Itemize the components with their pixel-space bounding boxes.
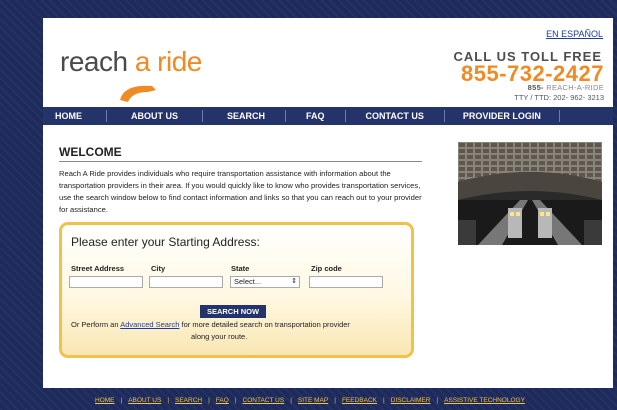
footer-faq[interactable]: FAQ [216,397,229,404]
logo-word-reach: reach [60,46,135,77]
welcome-heading: WELCOME [59,145,122,159]
nav-provider-login[interactable]: PROVIDER LOGIN [463,107,541,125]
nav-home[interactable]: HOME [55,107,82,125]
advanced-search-link[interactable]: Advanced Search [120,320,179,329]
state-label: State [231,264,250,273]
street-address-label: Street Address [71,264,125,273]
welcome-paragraph: Reach A Ride provides individuals who re… [59,169,422,214]
advanced-search-text: Or Perform an Advanced Search for more d… [71,320,411,329]
nav-search[interactable]: SEARCH [227,107,265,125]
spanish-language-link[interactable]: EN ESPAÑOL [546,29,603,39]
footer-separator: | [382,397,385,404]
logo-text: reach a ride [60,46,202,78]
footer-separator: | [234,397,237,404]
logo-swoosh-icon [120,85,156,102]
footer-search[interactable]: SEARCH [175,397,202,404]
nav-separator [106,110,107,122]
logo-word-ride: ride [149,46,202,77]
phone-alt: 855- REACH-A-RIDE [528,83,604,92]
footer-separator: | [290,397,292,404]
main-nav: HOME ABOUT US SEARCH FAQ CONTACT US PROV… [43,107,613,125]
footer-separator: | [167,397,170,404]
logo-word-a: a [134,46,151,77]
footer-separator: | [436,397,439,404]
nav-about-us[interactable]: ABOUT US [131,107,178,125]
footer-separator: | [208,397,210,404]
welcome-divider [59,161,422,162]
city-input[interactable] [149,276,223,288]
footer-assistive-technology[interactable]: ASSISTIVE TECHNOLOGY [444,397,525,404]
nav-faq[interactable]: FAQ [306,107,325,125]
nav-separator [285,110,287,122]
footer-contact-us[interactable]: CONTACT US [243,397,285,404]
metro-station-photo [458,142,602,245]
footer-links: HOME | ABOUT US | SEARCH | FAQ | CONTACT US |… [95,397,525,404]
footer-site-map[interactable]: SITE MAP [298,397,328,404]
city-label: City [151,264,166,273]
search-panel-title: Please enter your Starting Address: [71,235,260,249]
search-now-button[interactable]: SEARCH NOW [200,305,266,318]
tty-number: TTY / TTD: 202- 962- 3213 [514,93,604,102]
street-address-input[interactable] [69,276,143,288]
metro-photo-illustration [458,142,602,245]
advanced-search-suffix: for more detailed search on transportati… [179,320,350,329]
nav-separator [344,110,346,122]
nav-separator [443,110,445,122]
select-arrows-icon: ⇕ [291,278,297,285]
footer-separator: | [334,397,336,404]
nav-contact-us[interactable]: CONTACT US [366,107,424,125]
advanced-search-text-line2: along your route. [191,332,248,341]
site-logo[interactable]: reach a ride [60,46,220,106]
state-select-value: Select... [234,277,262,286]
footer-separator: | [120,397,123,404]
nav-separator [202,110,203,122]
advanced-search-prefix: Or Perform an [71,320,121,329]
nav-separator [558,110,560,122]
footer-about-us[interactable]: ABOUT US [128,397,161,404]
phone-alt-rest: REACH-A-RIDE [543,83,604,92]
footer-feedback[interactable]: FEEDBACK [342,397,377,404]
footer-home[interactable]: HOME [95,397,115,404]
zip-code-label: Zip code [311,264,342,273]
zip-code-input[interactable] [309,276,383,288]
phone-alt-prefix: 855- [527,83,544,92]
footer-disclaimer[interactable]: DISCLAIMER [391,397,431,404]
state-select[interactable]: Select... ⇕ [230,276,300,288]
